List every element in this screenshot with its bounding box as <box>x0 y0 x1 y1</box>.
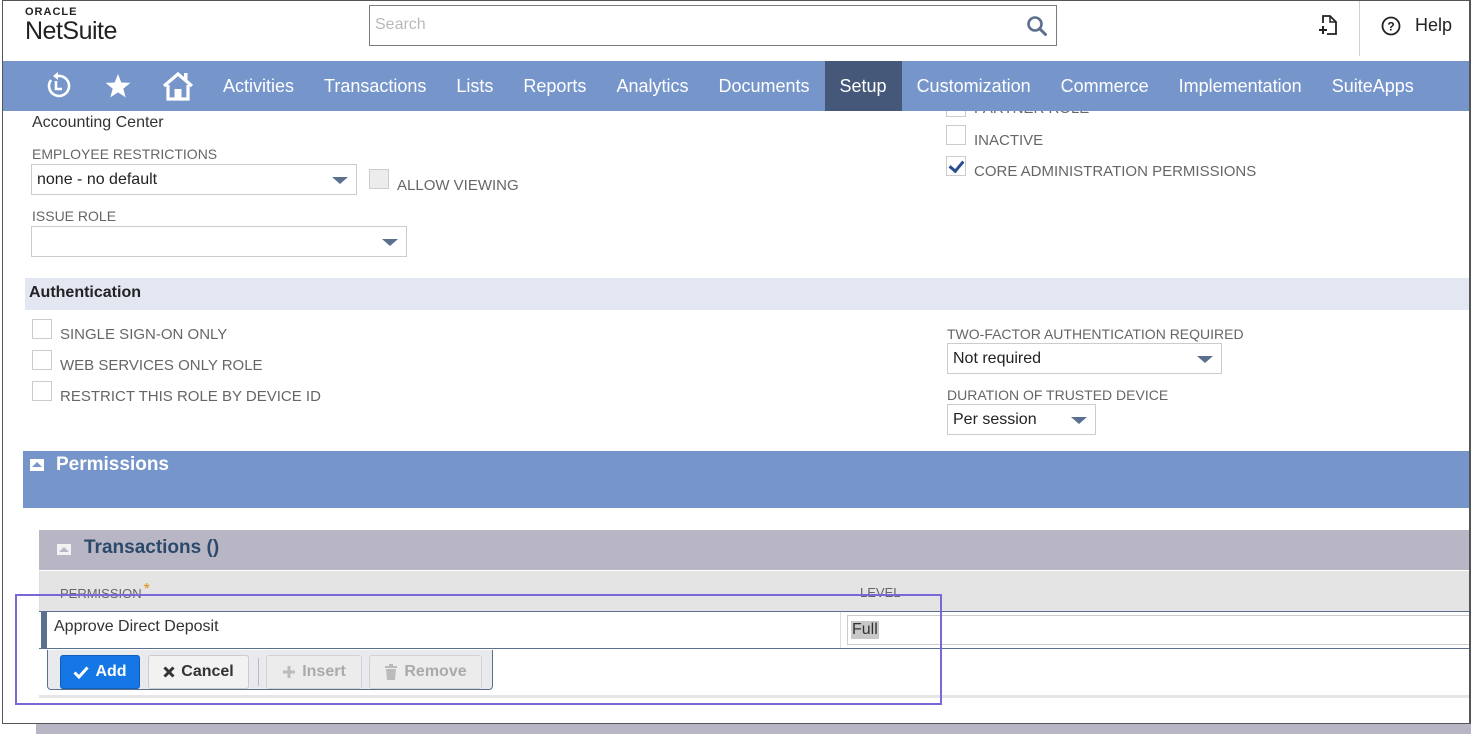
nav-recent-records[interactable] <box>28 61 88 111</box>
transactions-subtab-title: Transactions () <box>84 537 220 558</box>
allow-viewing-checkbox[interactable] <box>369 169 389 189</box>
logo-netsuite-text: NetSuite <box>25 17 117 45</box>
nav-favorites[interactable] <box>88 61 148 111</box>
header: ORACLE NetSuite ? Help <box>3 1 1469 61</box>
restrict-device-label: RESTRICT THIS ROLE BY DEVICE ID <box>60 388 321 405</box>
close-icon <box>163 666 175 678</box>
table-row[interactable]: Approve Direct Deposit Full <box>39 611 1469 649</box>
required-asterisk: * <box>143 581 150 598</box>
add-button[interactable]: Add <box>60 655 140 689</box>
trusted-device-duration-select[interactable]: Per session <box>947 404 1096 435</box>
restrict-device-checkbox[interactable] <box>32 381 52 401</box>
create-new-icon[interactable] <box>1317 14 1339 36</box>
center-value: Accounting Center <box>32 114 164 131</box>
web-services-only-checkbox[interactable] <box>32 350 52 370</box>
collapse-toggle-icon[interactable] <box>30 459 44 471</box>
nav-setup[interactable]: Setup <box>824 61 902 111</box>
single-sign-on-checkbox[interactable] <box>32 319 52 339</box>
employee-restrictions-label: EMPLOYEE RESTRICTIONS <box>32 146 218 162</box>
authentication-section-header: Authentication <box>25 278 1469 310</box>
column-header-permission: PERMISSION * <box>60 581 150 603</box>
global-search <box>369 5 1057 46</box>
level-input[interactable]: Full <box>847 615 1469 645</box>
recent-records-icon <box>47 72 71 98</box>
two-factor-value: Not required <box>953 349 1042 367</box>
core-admin-permissions-label: CORE ADMINISTRATION PERMISSIONS <box>974 163 1257 180</box>
two-factor-label: TWO-FACTOR AUTHENTICATION REQUIRED <box>947 326 1244 342</box>
issue-role-select[interactable] <box>31 226 407 257</box>
issue-role-label: ISSUE ROLE <box>32 208 117 224</box>
nav-transactions[interactable]: Transactions <box>309 61 441 111</box>
chevron-down-icon <box>1071 417 1087 424</box>
search-icon[interactable] <box>1026 15 1048 37</box>
button-separator <box>258 658 259 686</box>
cancel-button[interactable]: Cancel <box>148 655 249 689</box>
cell-divider <box>840 612 841 648</box>
help-link[interactable]: ? Help <box>1381 15 1452 36</box>
collapse-toggle-icon[interactable] <box>57 544 71 555</box>
background-subtab-strip <box>36 724 1471 734</box>
netsuite-logo[interactable]: ORACLE NetSuite <box>25 6 117 44</box>
insert-button-label: Insert <box>302 663 346 680</box>
nav-activities[interactable]: Activities <box>208 61 309 111</box>
column-header-level: LEVEL <box>860 585 901 600</box>
home-icon <box>162 71 194 101</box>
web-services-only-label: WEB SERVICES ONLY ROLE <box>60 357 263 374</box>
authentication-title: Authentication <box>29 284 141 301</box>
insert-button[interactable]: Insert <box>266 655 362 689</box>
grid-bottom-border <box>39 695 1469 698</box>
checkmark-icon <box>73 666 90 679</box>
permission-column-label: PERMISSION <box>60 586 142 601</box>
permissions-section-header: Permissions <box>23 451 1469 508</box>
remove-button[interactable]: Remove <box>369 655 482 689</box>
netsuite-window: ORACLE NetSuite ? Help <box>2 0 1471 724</box>
nav-customization[interactable]: Customization <box>902 61 1046 111</box>
row-action-bar: Add Cancel Insert Remove <box>47 650 493 690</box>
nav-analytics[interactable]: Analytics <box>601 61 703 111</box>
add-button-label: Add <box>95 663 127 680</box>
header-divider <box>1359 1 1360 56</box>
allow-viewing-label: ALLOW VIEWING <box>397 177 519 194</box>
trash-icon <box>385 664 398 680</box>
chevron-down-icon <box>332 177 348 184</box>
plus-icon <box>283 666 296 678</box>
inactive-checkbox[interactable] <box>946 125 966 145</box>
chevron-down-icon <box>1197 356 1213 363</box>
search-input[interactable] <box>370 6 1010 44</box>
level-value: Full <box>851 621 879 639</box>
inactive-label: INACTIVE <box>974 132 1044 149</box>
permission-cell[interactable]: Approve Direct Deposit <box>54 618 219 636</box>
nav-lists[interactable]: Lists <box>441 61 508 111</box>
permissions-title: Permissions <box>56 454 169 475</box>
two-factor-select[interactable]: Not required <box>947 343 1222 374</box>
help-question-icon: ? <box>1381 16 1401 35</box>
nav-home[interactable] <box>148 61 208 111</box>
trusted-device-duration-value: Per session <box>953 410 1037 428</box>
permissions-grid-header: PERMISSION * LEVEL <box>39 571 1469 611</box>
core-admin-permissions-checkbox[interactable] <box>946 156 966 176</box>
help-label: Help <box>1415 15 1453 35</box>
favorites-star-icon <box>105 74 131 98</box>
nav-suiteapps[interactable]: SuiteApps <box>1317 61 1429 111</box>
transactions-subtab-header: Transactions () <box>39 530 1469 570</box>
nav-reports[interactable]: Reports <box>508 61 601 111</box>
svg-text:?: ? <box>1387 19 1394 33</box>
employee-restrictions-select[interactable]: none - no default <box>31 164 357 195</box>
main-nav: Activities Transactions Lists Reports An… <box>3 61 1469 111</box>
transactions-subtab: Transactions () PERMISSION * LEVEL Approv… <box>39 530 1469 723</box>
remove-button-label: Remove <box>404 663 467 680</box>
trusted-device-duration-label: DURATION OF TRUSTED DEVICE <box>947 387 1169 403</box>
employee-restrictions-value: none - no default <box>37 170 158 188</box>
single-sign-on-label: SINGLE SIGN-ON ONLY <box>60 326 228 343</box>
nav-implementation[interactable]: Implementation <box>1164 61 1317 111</box>
chevron-down-icon <box>382 239 398 246</box>
nav-commerce[interactable]: Commerce <box>1046 61 1164 111</box>
cancel-button-label: Cancel <box>181 663 234 680</box>
active-row-marker <box>41 612 47 648</box>
nav-documents[interactable]: Documents <box>703 61 824 111</box>
